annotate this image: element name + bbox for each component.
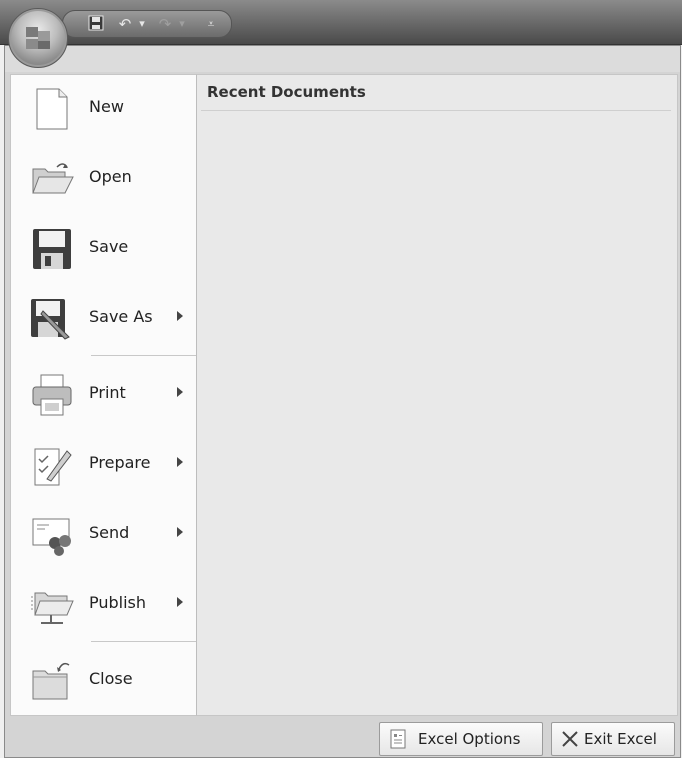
menu-item-label: Print [89,383,126,402]
redo-dropdown-icon[interactable]: ▾ [175,14,189,34]
submenu-arrow-icon [177,457,183,467]
menu-item-print[interactable]: Print [11,361,197,427]
menu-item-label: Open [89,167,132,186]
menu-item-label: Send [89,523,130,542]
menu-item-close[interactable]: Close [11,647,197,713]
prepare-document-icon [34,448,72,486]
submenu-arrow-icon [177,387,183,397]
menu-item-publish[interactable]: Publish [11,571,197,637]
quick-access-toolbar: ↶ ▾ ↷ ▾ ⩡ [62,10,232,38]
menu-footer: Excel Options Exit Excel [5,718,680,756]
printer-icon [32,374,72,416]
menu-item-save-as[interactable]: Save As [11,285,197,351]
menu-item-label: Publish [89,593,147,612]
menu-item-prepare[interactable]: Prepare [11,431,197,497]
options-icon [390,729,406,749]
publish-icon [31,592,74,624]
open-folder-icon [32,163,74,194]
menu-item-label: New [89,97,124,116]
save-as-icon [31,299,70,340]
office-button[interactable] [8,8,68,68]
excel-options-button[interactable]: Excel Options [379,722,543,756]
menu-item-label: Save As [89,307,153,326]
recent-documents-pane: Recent Documents [196,74,678,716]
customize-toolbar-icon[interactable]: ⩡ [203,14,219,34]
submenu-arrow-icon [177,527,183,537]
exit-excel-button[interactable]: Exit Excel [551,722,675,756]
send-icon [32,518,71,556]
menu-item-open[interactable]: Open [11,145,197,211]
recent-documents-title: Recent Documents [207,83,366,101]
redo-icon[interactable]: ↷ [155,14,175,34]
excel-options-label: Excel Options [418,730,521,748]
save-icon[interactable] [85,14,107,34]
menu-item-send[interactable]: Send [11,501,197,567]
menu-item-save[interactable]: Save [11,215,197,281]
save-disk-icon [33,229,71,269]
close-x-icon [562,731,578,747]
close-folder-icon [32,662,70,700]
recent-documents-divider [201,110,671,111]
menu-top-strip [5,46,680,72]
menu-commands-pane: New Open Save Save As Print Prepare Send… [10,74,198,716]
menu-item-label: Close [89,669,133,688]
undo-dropdown-icon[interactable]: ▾ [135,14,149,34]
menu-item-label: Prepare [89,453,151,472]
submenu-arrow-icon [177,597,183,607]
menu-item-label: Save [89,237,129,256]
office-menu: New Open Save Save As Print Prepare Send… [4,45,681,758]
menu-separator [91,641,197,642]
submenu-arrow-icon [177,311,183,321]
menu-item-new[interactable]: New [11,75,197,141]
undo-icon[interactable]: ↶ [115,14,135,34]
new-document-icon [36,88,68,130]
menu-separator [91,355,197,356]
exit-excel-label: Exit Excel [584,730,657,748]
title-bar: ↶ ▾ ↷ ▾ ⩡ [0,0,682,45]
office-logo-icon [26,27,50,49]
